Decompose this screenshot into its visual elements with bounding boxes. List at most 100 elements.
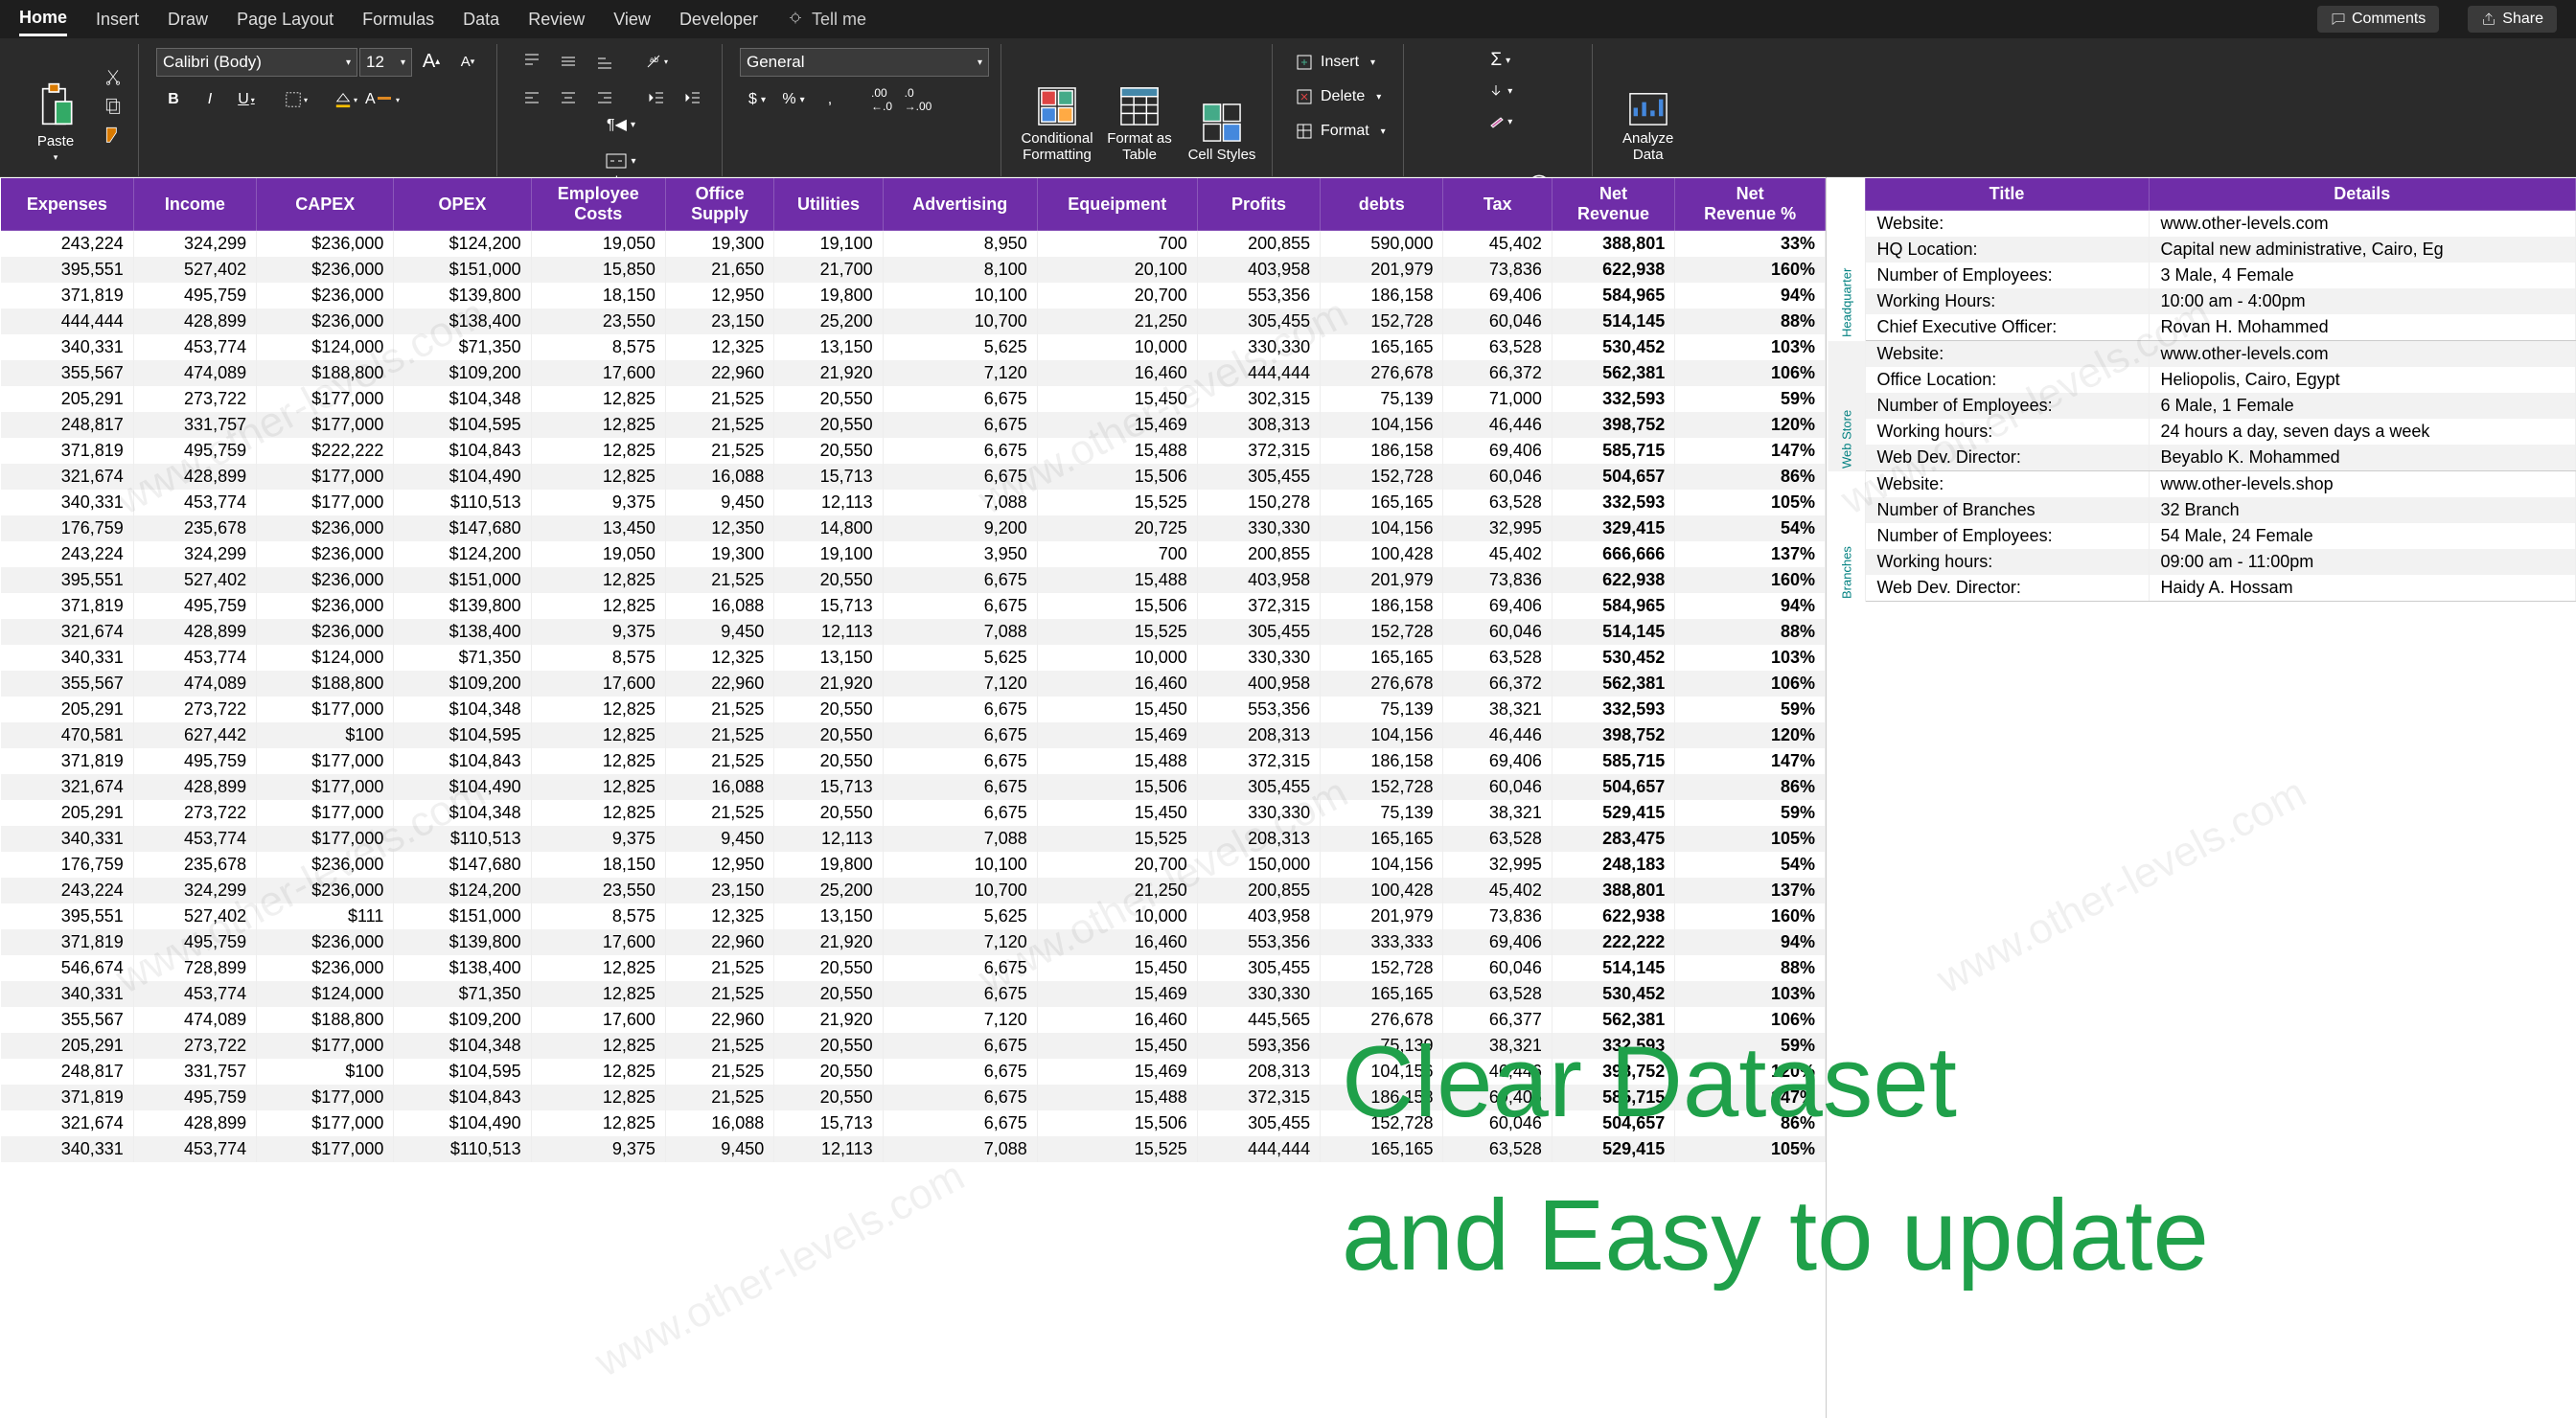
table-row[interactable]: 340,331453,774$124,000$71,3508,57512,325…: [1, 334, 1826, 360]
data-cell[interactable]: $177,000: [257, 800, 394, 826]
data-cell[interactable]: 6,675: [883, 1059, 1037, 1085]
data-cell[interactable]: 21,650: [665, 257, 773, 283]
data-cell[interactable]: 73,836: [1443, 257, 1552, 283]
data-cell[interactable]: 106%: [1675, 360, 1826, 386]
data-cell[interactable]: 104,156: [1321, 1059, 1443, 1085]
data-cell[interactable]: $109,200: [394, 1007, 531, 1033]
data-cell[interactable]: $236,000: [257, 567, 394, 593]
column-header[interactable]: OPEX: [394, 178, 531, 231]
data-cell[interactable]: 527,402: [133, 567, 256, 593]
data-cell[interactable]: 7,120: [883, 929, 1037, 955]
data-cell[interactable]: 137%: [1675, 878, 1826, 903]
data-cell[interactable]: 514,145: [1552, 309, 1674, 334]
data-cell[interactable]: 17,600: [531, 360, 665, 386]
data-cell[interactable]: 6,675: [883, 1110, 1037, 1136]
data-cell[interactable]: 474,089: [133, 360, 256, 386]
data-cell[interactable]: 529,415: [1552, 800, 1674, 826]
data-cell[interactable]: 59%: [1675, 697, 1826, 722]
data-cell[interactable]: 201,979: [1321, 567, 1443, 593]
data-cell[interactable]: 104,156: [1321, 722, 1443, 748]
data-cell[interactable]: 9,450: [665, 619, 773, 645]
cut-button[interactable]: [100, 64, 126, 89]
data-cell[interactable]: 340,331: [1, 645, 134, 671]
clear-button[interactable]: [1480, 109, 1522, 134]
data-cell[interactable]: 32,995: [1443, 515, 1552, 541]
info-row[interactable]: Web Dev. Director:Beyablo K. Mohammed: [1828, 445, 2576, 471]
data-cell[interactable]: 200,855: [1197, 541, 1320, 567]
data-cell[interactable]: 305,455: [1197, 309, 1320, 334]
data-cell[interactable]: 152,728: [1321, 955, 1443, 981]
data-cell[interactable]: 15,506: [1037, 464, 1197, 490]
fill-color-button[interactable]: ▾: [329, 86, 363, 113]
data-cell[interactable]: $124,200: [394, 878, 531, 903]
fill-button[interactable]: [1480, 79, 1522, 103]
data-cell[interactable]: 20,550: [774, 748, 883, 774]
data-cell[interactable]: 332,593: [1552, 386, 1674, 412]
data-cell[interactable]: 106%: [1675, 1007, 1826, 1033]
data-cell[interactable]: 6,675: [883, 1085, 1037, 1110]
data-cell[interactable]: 428,899: [133, 464, 256, 490]
data-cell[interactable]: 12,325: [665, 903, 773, 929]
data-cell[interactable]: 45,402: [1443, 878, 1552, 903]
data-cell[interactable]: 9,450: [665, 826, 773, 852]
data-cell[interactable]: $100: [257, 1059, 394, 1085]
comments-button[interactable]: Comments: [2317, 6, 2439, 33]
data-cell[interactable]: 18,150: [531, 283, 665, 309]
data-cell[interactable]: 69,406: [1443, 438, 1552, 464]
data-cell[interactable]: 147%: [1675, 438, 1826, 464]
data-cell[interactable]: 104,156: [1321, 515, 1443, 541]
data-cell[interactable]: 15,525: [1037, 619, 1197, 645]
data-cell[interactable]: 16,460: [1037, 360, 1197, 386]
data-cell[interactable]: 165,165: [1321, 334, 1443, 360]
data-cell[interactable]: 73,836: [1443, 567, 1552, 593]
data-cell[interactable]: 8,575: [531, 334, 665, 360]
data-cell[interactable]: 495,759: [133, 283, 256, 309]
data-cell[interactable]: $151,000: [394, 567, 531, 593]
table-row[interactable]: 340,331453,774$177,000$110,5139,3759,450…: [1, 826, 1826, 852]
data-cell[interactable]: 15,450: [1037, 800, 1197, 826]
data-cell[interactable]: 372,315: [1197, 1085, 1320, 1110]
data-cell[interactable]: 10,100: [883, 852, 1037, 878]
data-cell[interactable]: $110,513: [394, 490, 531, 515]
data-cell[interactable]: 20,700: [1037, 852, 1197, 878]
data-cell[interactable]: 13,150: [774, 645, 883, 671]
data-cell[interactable]: $104,490: [394, 1110, 531, 1136]
table-row[interactable]: 248,817331,757$177,000$104,59512,82521,5…: [1, 412, 1826, 438]
data-cell[interactable]: 205,291: [1, 800, 134, 826]
data-cell[interactable]: $177,000: [257, 748, 394, 774]
data-cell[interactable]: 428,899: [133, 774, 256, 800]
data-cell[interactable]: 12,113: [774, 1136, 883, 1162]
data-cell[interactable]: 208,313: [1197, 1059, 1320, 1085]
data-cell[interactable]: 10,000: [1037, 903, 1197, 929]
data-cell[interactable]: 585,715: [1552, 438, 1674, 464]
data-cell[interactable]: 23,150: [665, 878, 773, 903]
data-cell[interactable]: 21,920: [774, 929, 883, 955]
data-cell[interactable]: 32,995: [1443, 852, 1552, 878]
data-cell[interactable]: 20,550: [774, 800, 883, 826]
data-cell[interactable]: $151,000: [394, 257, 531, 283]
tab-view[interactable]: View: [613, 4, 651, 35]
data-cell[interactable]: 19,300: [665, 231, 773, 258]
data-cell[interactable]: 235,678: [133, 515, 256, 541]
borders-button[interactable]: ▾: [279, 86, 313, 113]
data-cell[interactable]: 46,446: [1443, 1059, 1552, 1085]
data-cell[interactable]: 529,415: [1552, 1136, 1674, 1162]
underline-button[interactable]: U▾: [229, 86, 264, 113]
data-cell[interactable]: 15,488: [1037, 1085, 1197, 1110]
data-cell[interactable]: 66,372: [1443, 360, 1552, 386]
data-cell[interactable]: 86%: [1675, 464, 1826, 490]
table-row[interactable]: 371,819495,759$177,000$104,84312,82521,5…: [1, 1085, 1826, 1110]
data-cell[interactable]: 5,625: [883, 334, 1037, 360]
data-cell[interactable]: $104,843: [394, 748, 531, 774]
data-cell[interactable]: 340,331: [1, 981, 134, 1007]
data-cell[interactable]: $177,000: [257, 490, 394, 515]
info-row[interactable]: HQ Location:Capital new administrative, …: [1828, 237, 2576, 263]
info-row[interactable]: BranchesWebsite:www.other-levels.shop: [1828, 471, 2576, 498]
tab-page-layout[interactable]: Page Layout: [237, 4, 334, 35]
column-header[interactable]: Equeipment: [1037, 178, 1197, 231]
table-row[interactable]: 321,674428,899$177,000$104,49012,82516,0…: [1, 1110, 1826, 1136]
data-cell[interactable]: 186,158: [1321, 1085, 1443, 1110]
data-cell[interactable]: 8,950: [883, 231, 1037, 258]
delete-cells-button[interactable]: Delete: [1290, 82, 1392, 111]
data-cell[interactable]: 243,224: [1, 878, 134, 903]
